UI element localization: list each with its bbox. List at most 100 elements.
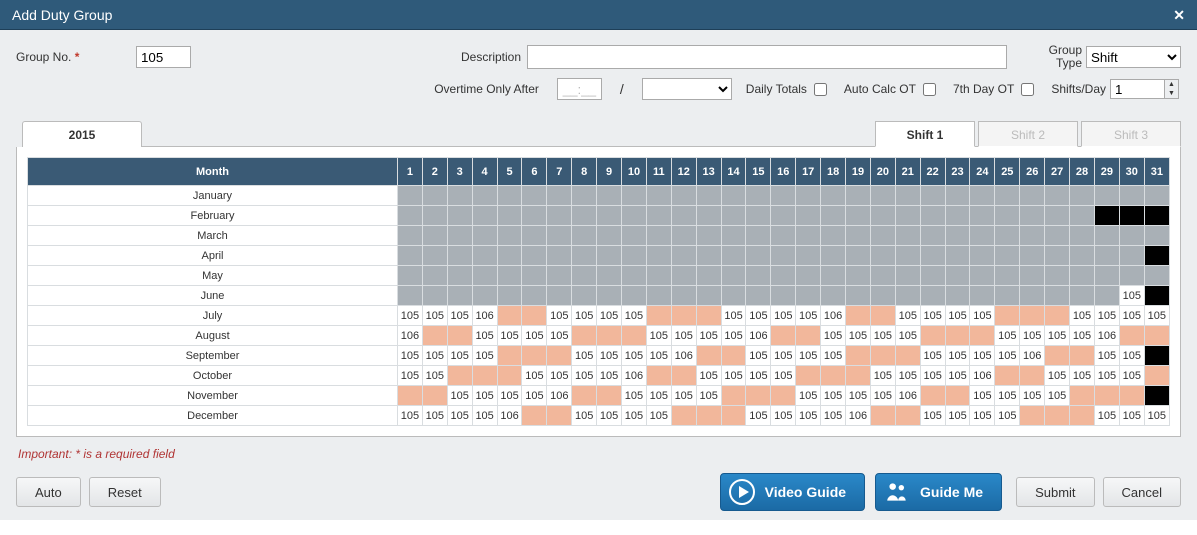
group-type-select[interactable]: Shift (1086, 46, 1181, 68)
day-cell[interactable]: 105 (622, 306, 647, 326)
day-cell[interactable] (895, 266, 920, 286)
day-cell[interactable]: 105 (970, 406, 995, 426)
day-cell[interactable]: 105 (796, 406, 821, 426)
day-cell[interactable] (497, 306, 522, 326)
day-cell[interactable] (522, 346, 547, 366)
seventh-day-field[interactable]: 7th Day OT (953, 80, 1037, 99)
day-cell[interactable]: 105 (796, 346, 821, 366)
day-cell[interactable] (895, 246, 920, 266)
day-cell[interactable] (1070, 246, 1095, 266)
day-cell[interactable] (1020, 306, 1045, 326)
day-cell[interactable]: 105 (497, 326, 522, 346)
day-cell[interactable] (1144, 366, 1169, 386)
day-cell[interactable] (1070, 386, 1095, 406)
day-cell[interactable]: 105 (572, 366, 597, 386)
day-cell[interactable] (447, 246, 472, 266)
day-cell[interactable] (771, 226, 796, 246)
day-cell[interactable] (995, 226, 1020, 246)
reset-button[interactable]: Reset (89, 477, 161, 507)
day-cell[interactable] (497, 366, 522, 386)
day-cell[interactable] (422, 386, 447, 406)
day-cell[interactable]: 106 (398, 326, 423, 346)
day-cell[interactable]: 105 (398, 306, 423, 326)
day-cell[interactable] (1045, 406, 1070, 426)
day-cell[interactable]: 105 (846, 326, 871, 346)
submit-button[interactable]: Submit (1016, 477, 1094, 507)
day-cell[interactable] (771, 186, 796, 206)
daily-totals-field[interactable]: Daily Totals (746, 80, 830, 99)
day-cell[interactable] (721, 406, 746, 426)
day-cell[interactable] (970, 266, 995, 286)
day-cell[interactable] (696, 286, 721, 306)
day-cell[interactable] (447, 226, 472, 246)
day-cell[interactable] (846, 286, 871, 306)
day-cell[interactable] (945, 246, 970, 266)
day-cell[interactable]: 105 (1144, 306, 1169, 326)
day-cell[interactable] (1094, 266, 1119, 286)
day-cell[interactable]: 105 (995, 406, 1020, 426)
day-cell[interactable] (821, 286, 846, 306)
day-cell[interactable] (1045, 246, 1070, 266)
day-cell[interactable] (945, 266, 970, 286)
day-cell[interactable] (572, 206, 597, 226)
day-cell[interactable]: 105 (597, 406, 622, 426)
day-cell[interactable] (1070, 286, 1095, 306)
day-cell[interactable] (472, 286, 497, 306)
day-cell[interactable] (1070, 226, 1095, 246)
day-cell[interactable] (920, 206, 945, 226)
day-cell[interactable] (771, 206, 796, 226)
seventh-day-checkbox[interactable] (1021, 83, 1034, 96)
day-cell[interactable] (870, 226, 895, 246)
tab-year[interactable]: 2015 (22, 121, 142, 147)
day-cell[interactable] (846, 206, 871, 226)
day-cell[interactable]: 105 (671, 386, 696, 406)
day-cell[interactable] (846, 186, 871, 206)
day-cell[interactable] (497, 266, 522, 286)
day-cell[interactable] (472, 366, 497, 386)
day-cell[interactable] (920, 246, 945, 266)
day-cell[interactable] (547, 346, 572, 366)
day-cell[interactable] (597, 246, 622, 266)
day-cell[interactable] (447, 186, 472, 206)
day-cell[interactable] (796, 326, 821, 346)
day-cell[interactable] (1045, 206, 1070, 226)
day-cell[interactable] (970, 186, 995, 206)
day-cell[interactable] (870, 266, 895, 286)
day-cell[interactable]: 105 (1119, 366, 1144, 386)
day-cell[interactable] (646, 186, 671, 206)
day-cell[interactable] (796, 186, 821, 206)
day-cell[interactable] (821, 246, 846, 266)
day-cell[interactable] (422, 326, 447, 346)
day-cell[interactable]: 105 (895, 366, 920, 386)
day-cell[interactable] (1144, 246, 1169, 266)
day-cell[interactable] (746, 246, 771, 266)
guide-me-button[interactable]: Guide Me (875, 473, 1002, 511)
day-cell[interactable] (796, 366, 821, 386)
day-cell[interactable] (696, 406, 721, 426)
day-cell[interactable] (671, 366, 696, 386)
day-cell[interactable] (746, 206, 771, 226)
day-cell[interactable] (721, 346, 746, 366)
day-cell[interactable] (572, 186, 597, 206)
day-cell[interactable]: 105 (771, 306, 796, 326)
day-cell[interactable] (671, 406, 696, 426)
day-cell[interactable] (522, 246, 547, 266)
day-cell[interactable] (1070, 406, 1095, 426)
day-cell[interactable] (646, 286, 671, 306)
day-cell[interactable]: 105 (572, 306, 597, 326)
day-cell[interactable] (522, 206, 547, 226)
day-cell[interactable] (671, 186, 696, 206)
day-cell[interactable] (1119, 186, 1144, 206)
day-cell[interactable]: 105 (920, 346, 945, 366)
day-cell[interactable] (821, 266, 846, 286)
day-cell[interactable] (721, 266, 746, 286)
day-cell[interactable] (572, 246, 597, 266)
day-cell[interactable]: 105 (895, 326, 920, 346)
day-cell[interactable] (472, 266, 497, 286)
day-cell[interactable]: 105 (746, 366, 771, 386)
day-cell[interactable] (920, 266, 945, 286)
day-cell[interactable] (846, 266, 871, 286)
day-cell[interactable]: 106 (821, 306, 846, 326)
day-cell[interactable]: 105 (1094, 306, 1119, 326)
day-cell[interactable]: 105 (622, 346, 647, 366)
